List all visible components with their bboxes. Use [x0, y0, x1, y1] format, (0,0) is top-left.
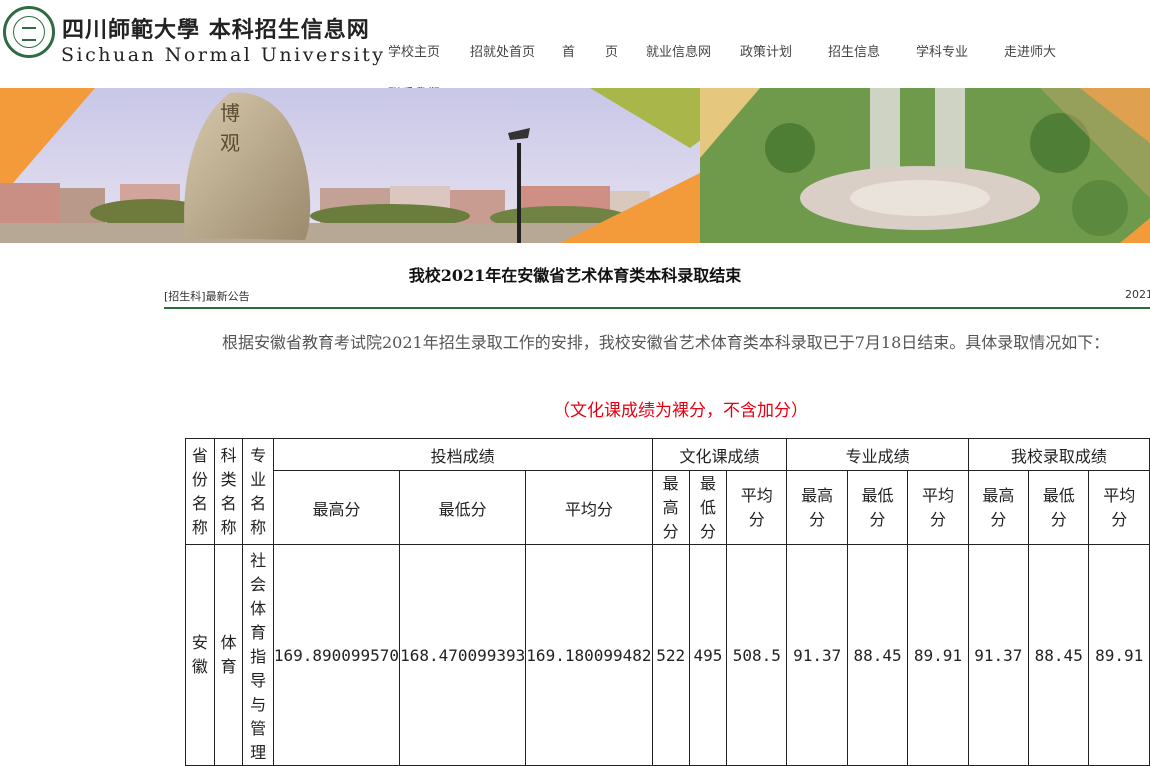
- cell-culture-min: 495: [688, 544, 728, 766]
- seal-inner-icon: [13, 16, 45, 48]
- header-total-min: 最低分: [399, 470, 527, 545]
- cell-major-min: 88.45: [846, 544, 909, 766]
- header-total-avg: 平均分: [525, 470, 653, 545]
- header-admit-max: 最高分: [967, 470, 1030, 545]
- cell-major: 社会体育指导与管理: [242, 544, 274, 766]
- cell-admit-max: 91.37: [967, 544, 1030, 766]
- nav-item-home-part1[interactable]: 首: [562, 41, 575, 60]
- header-category: 科类名称: [213, 438, 244, 545]
- stone-inscription: 博观: [220, 101, 240, 155]
- table-subheader-row: 最高分 最低分 平均分 最高分 最低分 平均分 最高分 最低分 平均分 最高分 …: [186, 470, 1150, 545]
- campus-banner-image: [0, 88, 1150, 243]
- site-title: 四川師範大學 本科招生信息网: [62, 12, 370, 44]
- cell-province: 安徽: [185, 544, 215, 766]
- nav-item-office-home[interactable]: 招就处首页: [470, 41, 535, 60]
- header-major-min: 最低分: [846, 470, 909, 545]
- article-date: 2021-: [1125, 288, 1150, 301]
- article-paragraph: 根据安徽省教育考试院2021年招生录取工作的安排，我校安徽省艺术体育类本科录取已…: [222, 333, 1110, 352]
- cell-culture-max: 522: [651, 544, 690, 766]
- article-category: [招生科]最新公告: [164, 290, 250, 303]
- header-major-avg: 平均分: [907, 470, 969, 545]
- header-group-total: 投档成绩: [272, 438, 653, 471]
- nav-item-policy-plan[interactable]: 政策计划: [740, 41, 792, 60]
- cell-culture-avg: 508.5: [726, 544, 788, 766]
- admission-score-table: 省份名称 科类名称 专业名称 投档成绩 文化课成绩 专业成绩 我校录取成绩 最高…: [185, 438, 1150, 766]
- table-header-row: 省份名称 科类名称 专业名称 投档成绩 文化课成绩 专业成绩 我校录取成绩: [185, 438, 1150, 545]
- cell-total-avg: 169.180099482: [525, 544, 653, 766]
- article-title: 我校2021年在安徽省艺术体育类本科录取结束: [408, 266, 742, 285]
- nav-item-employment[interactable]: 就业信息网: [646, 41, 711, 60]
- cell-major-max: 91.37: [786, 544, 848, 766]
- main-nav: 学校主页 招就处首页 首 页 就业信息网 政策计划 招生信息 学科专业 走进师大…: [370, 0, 1150, 102]
- site-header: 四川師範大學 本科招生信息网 Sichuan Normal University…: [0, 0, 1150, 102]
- header-admit-min: 最低分: [1028, 470, 1090, 545]
- cell-admit-avg: 89.91: [1088, 544, 1150, 766]
- nav-item-school-home[interactable]: 学校主页: [388, 41, 440, 60]
- cell-total-min: 168.470099393: [399, 544, 527, 766]
- header-total-max: 最高分: [272, 470, 401, 545]
- header-group-admit: 我校录取成绩: [967, 438, 1150, 471]
- cell-total-max: 169.890099570: [272, 544, 401, 766]
- nav-item-about-sicnu[interactable]: 走进师大: [1004, 41, 1056, 60]
- cell-major-avg: 89.91: [907, 544, 969, 766]
- cell-category: 体育: [213, 544, 244, 766]
- school-name-calligraphy: 四川師範大學: [62, 17, 201, 43]
- nav-item-home-part2[interactable]: 页: [605, 41, 618, 60]
- university-seal-logo[interactable]: [3, 6, 55, 58]
- score-note: （文化课成绩为裸分，不含加分）: [553, 401, 808, 421]
- site-name: 本科招生信息网: [208, 18, 370, 43]
- header-culture-avg: 平均分: [726, 470, 788, 545]
- title-divider: [164, 307, 1150, 309]
- header-admit-avg: 平均分: [1088, 470, 1150, 545]
- header-province: 省份名称: [185, 438, 215, 545]
- nav-item-admission-info[interactable]: 招生信息: [828, 41, 880, 60]
- header-culture-max: 最高分: [651, 470, 690, 545]
- campus-banner: 博观: [0, 88, 1150, 243]
- header-major-max: 最高分: [786, 470, 848, 545]
- header-group-culture: 文化课成绩: [651, 438, 788, 471]
- header-culture-min: 最低分: [688, 470, 728, 545]
- header-group-major: 专业成绩: [786, 438, 969, 471]
- table-row: 安徽 体育 社会体育指导与管理 169.890099570 168.470099…: [185, 544, 1150, 766]
- nav-item-disciplines[interactable]: 学科专业: [916, 41, 968, 60]
- school-english-name: Sichuan Normal University: [61, 44, 386, 66]
- article-meta: [招生科]最新公告 2021-: [164, 288, 1150, 308]
- cell-admit-min: 88.45: [1028, 544, 1090, 766]
- header-major: 专业名称: [242, 438, 274, 545]
